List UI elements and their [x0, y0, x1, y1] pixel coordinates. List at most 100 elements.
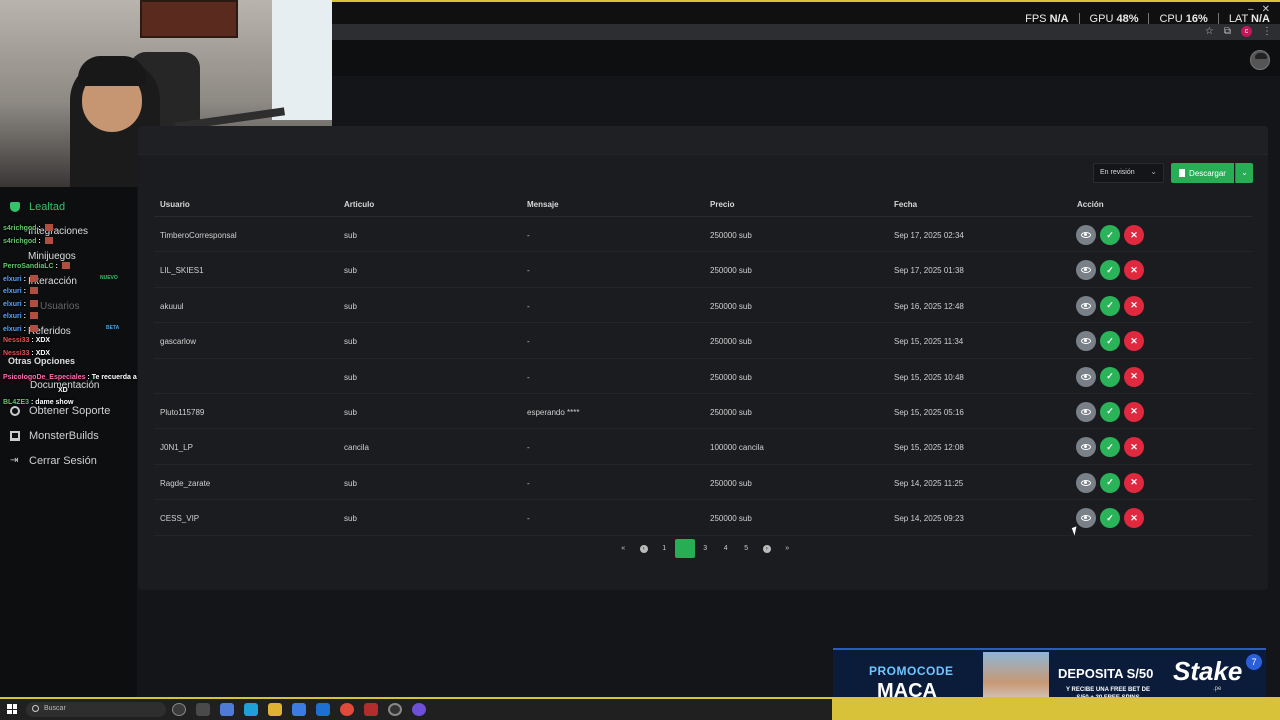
- page-4-button[interactable]: 4: [716, 539, 737, 558]
- view-button[interactable]: [1076, 331, 1096, 352]
- cell-articulo: sub: [344, 231, 357, 240]
- extensions-icon[interactable]: ⧉: [1224, 26, 1231, 37]
- sidebar-item-usuarios[interactable]: Usuarios: [40, 301, 79, 312]
- eye-icon: [1081, 267, 1091, 274]
- page-3-button[interactable]: 3: [695, 539, 716, 558]
- bookmark-star-icon[interactable]: ☆: [1205, 26, 1214, 37]
- eye-icon: [1081, 479, 1091, 486]
- status-filter-select[interactable]: En revisión ⌄: [1093, 163, 1164, 183]
- reject-button[interactable]: ✕: [1124, 260, 1144, 281]
- cell-fecha: Sep 15, 2025 11:34: [894, 337, 964, 347]
- cell-precio: 250000 sub: [710, 372, 752, 382]
- file-explorer-icon[interactable]: [268, 703, 282, 716]
- last-page-button[interactable]: »: [777, 539, 798, 558]
- table-row: LIL_SKIES1 sub - 250000 sub Sep 17, 2025 01:…: [154, 252, 1252, 288]
- sidebar-item-cerrar-sesion[interactable]: ⇥ Cerrar Sesión: [10, 455, 97, 467]
- approve-button[interactable]: ✓: [1100, 508, 1120, 529]
- reject-button[interactable]: ✕: [1124, 366, 1144, 387]
- outlook-icon[interactable]: [316, 703, 330, 716]
- approve-button[interactable]: ✓: [1100, 295, 1120, 316]
- trophy-icon: [10, 202, 20, 212]
- column-header-fecha[interactable]: Fecha: [894, 200, 917, 209]
- sidebar-item-minijuegos[interactable]: Minijuegos: [28, 251, 76, 262]
- app-icon[interactable]: [412, 703, 426, 716]
- view-button[interactable]: [1076, 472, 1096, 493]
- next-page-button[interactable]: ›: [757, 539, 778, 558]
- approve-button[interactable]: ✓: [1100, 472, 1120, 493]
- reject-button[interactable]: ✕: [1124, 508, 1144, 529]
- approve-button[interactable]: ✓: [1100, 225, 1120, 245]
- reject-button[interactable]: ✕: [1124, 401, 1144, 422]
- taskbar-search[interactable]: Buscar: [26, 702, 166, 717]
- approve-button[interactable]: ✓: [1100, 437, 1120, 458]
- windows-start-icon[interactable]: [7, 704, 17, 714]
- approve-button[interactable]: ✓: [1100, 260, 1120, 281]
- reject-button[interactable]: ✕: [1124, 472, 1144, 493]
- chrome-icon[interactable]: [340, 703, 354, 716]
- check-icon: ✓: [1106, 512, 1114, 523]
- page-5-button[interactable]: 5: [736, 539, 757, 558]
- view-button[interactable]: [1076, 508, 1096, 529]
- copilot-icon[interactable]: [220, 703, 234, 716]
- download-button[interactable]: Descargar: [1171, 163, 1234, 183]
- first-page-button[interactable]: «: [613, 539, 634, 558]
- user-avatar[interactable]: [1250, 50, 1270, 70]
- cell-usuario: CESS_VIP: [160, 514, 200, 524]
- cell-usuario: gascarlow: [160, 337, 197, 347]
- wall-painting: [140, 0, 238, 38]
- column-header-mensaje[interactable]: Mensaje: [527, 200, 559, 209]
- obs-red-icon[interactable]: [364, 703, 378, 716]
- prev-page-button[interactable]: ‹: [634, 539, 655, 558]
- view-button[interactable]: [1076, 437, 1096, 458]
- reject-button[interactable]: ✕: [1124, 295, 1144, 316]
- reject-button[interactable]: ✕: [1124, 331, 1144, 352]
- column-header-precio[interactable]: Precio: [710, 200, 734, 209]
- column-header-articulo[interactable]: Articulo: [344, 200, 374, 209]
- row-actions: ✓ ✕: [1076, 295, 1144, 316]
- page-1-button[interactable]: 1: [654, 539, 675, 558]
- cell-mensaje: -: [527, 478, 530, 488]
- browser-menu-icon[interactable]: ⋮: [1262, 26, 1272, 37]
- sidebar-item-lealtad[interactable]: Lealtad: [10, 201, 65, 213]
- reject-button[interactable]: ✕: [1124, 437, 1144, 458]
- profile-avatar[interactable]: c: [1241, 26, 1252, 37]
- eye-icon: [1081, 302, 1091, 309]
- sidebar-item-interaccion[interactable]: Interacción: [28, 276, 77, 287]
- page-2-button-current[interactable]: 2: [674, 539, 695, 558]
- pagination: « ‹ 1 2 3 4 5 › »: [613, 539, 798, 558]
- download-options-toggle[interactable]: ⌄: [1235, 163, 1253, 183]
- edge-icon[interactable]: [244, 703, 258, 716]
- view-button[interactable]: [1076, 225, 1096, 245]
- view-button[interactable]: [1076, 260, 1096, 281]
- reject-button[interactable]: ✕: [1124, 225, 1144, 245]
- redemptions-panel: En revisión ⌄ Descargar ⌄ Usuario Articu…: [138, 126, 1268, 590]
- column-header-usuario[interactable]: Usuario: [160, 200, 190, 209]
- view-button[interactable]: [1076, 366, 1096, 387]
- row-actions: ✓ ✕: [1076, 260, 1144, 281]
- cell-mensaje: -: [527, 337, 530, 347]
- task-view-icon[interactable]: [172, 703, 186, 716]
- cell-articulo: sub: [344, 301, 357, 311]
- view-button[interactable]: [1076, 401, 1096, 422]
- sponsor-logo: Stake: [1173, 656, 1243, 686]
- cell-usuario: Ragde_zarate: [160, 478, 211, 488]
- sidebar-item-obtener-soporte[interactable]: Obtener Soporte: [10, 405, 110, 417]
- approve-button[interactable]: ✓: [1100, 366, 1120, 387]
- sidebar-item-referidos[interactable]: Referidos: [28, 326, 71, 337]
- table-header: Usuario Articulo Mensaje Precio Fecha Ac…: [154, 192, 1252, 217]
- cell-mensaje: -: [527, 301, 530, 311]
- performance-overlay-bar: – ✕ FPS N/A GPU 48% CPU 16% LAT N/A: [332, 2, 1280, 25]
- table-row: CESS_VIP sub - 250000 sub Sep 14, 2025 09:23…: [154, 500, 1252, 536]
- sidebar-item-documentacion[interactable]: Documentación: [30, 380, 99, 391]
- cell-articulo: sub: [344, 266, 357, 276]
- check-icon: ✓: [1106, 406, 1114, 417]
- store-icon[interactable]: [292, 703, 306, 716]
- sidebar-item-integraciones[interactable]: Integraciones: [28, 226, 88, 237]
- sidebar-section-otras-opciones: Otras Opciones: [8, 356, 76, 366]
- obs-icon[interactable]: [388, 703, 402, 716]
- view-button[interactable]: [1076, 295, 1096, 316]
- approve-button[interactable]: ✓: [1100, 331, 1120, 352]
- sidebar-item-monsterbuilds[interactable]: MonsterBuilds: [10, 430, 99, 442]
- approve-button[interactable]: ✓: [1100, 401, 1120, 422]
- widgets-icon[interactable]: [196, 703, 210, 716]
